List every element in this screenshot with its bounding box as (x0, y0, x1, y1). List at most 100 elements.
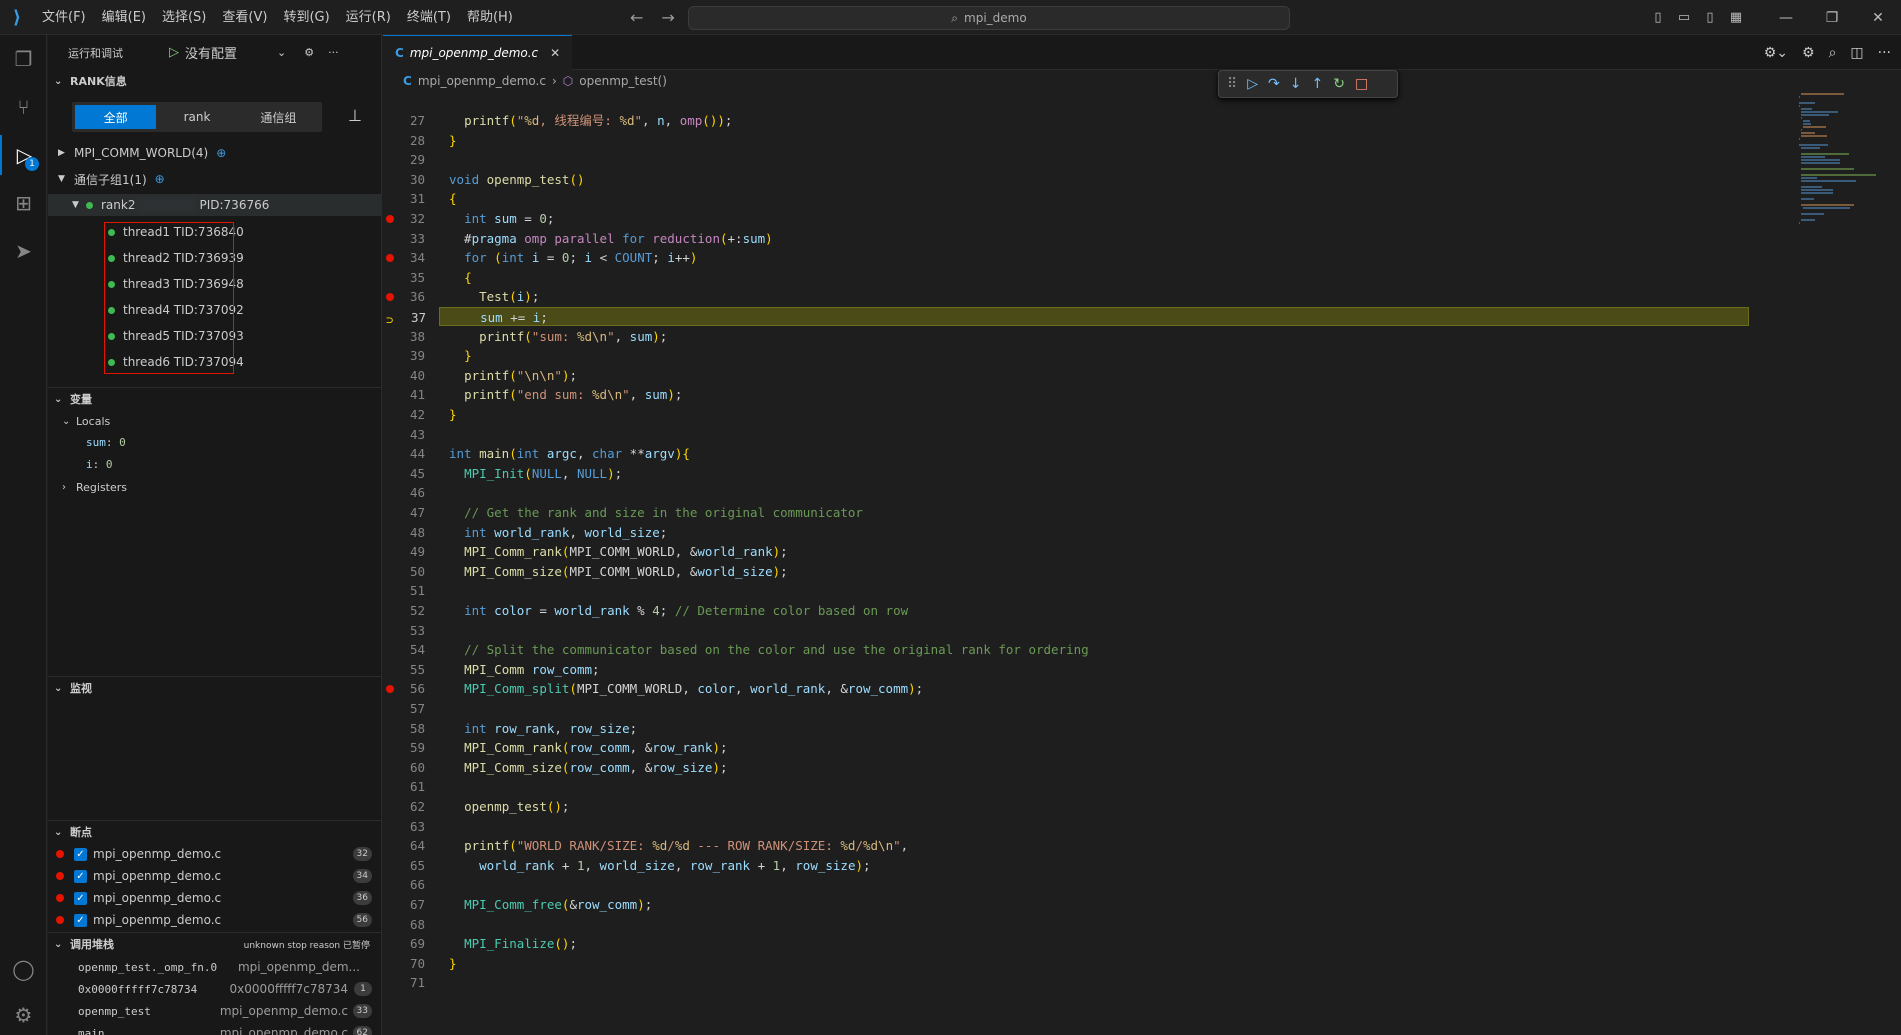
breakpoint-dot-icon[interactable] (386, 215, 394, 223)
step-out-icon[interactable]: ↑ (1312, 76, 1324, 92)
account-icon[interactable]: ◯ (0, 949, 47, 989)
breakpoint-checkbox[interactable]: ✓ (74, 891, 87, 905)
explorer-icon[interactable]: ❐ (0, 39, 47, 79)
rank-section-header[interactable]: ⌄ RANK信息 (48, 70, 381, 92)
menu-terminal[interactable]: 终端(T) (399, 0, 459, 35)
search-icon[interactable]: ⌕ (1829, 45, 1837, 61)
code-line[interactable]: 54 // Split the communicator based on th… (383, 640, 1803, 659)
locals-scope[interactable]: ⌄ Locals (48, 410, 381, 432)
segment-comm-group[interactable]: 通信组 (238, 105, 319, 129)
variables-section-header[interactable]: ⌄ 变量 (48, 388, 381, 410)
breadcrumb-file[interactable]: mpi_openmp_demo.c (418, 74, 546, 88)
registers-scope[interactable]: › Registers (48, 476, 381, 498)
breadcrumb-symbol[interactable]: openmp_test() (579, 74, 667, 88)
code-line[interactable]: 65 world_rank + 1, world_size, row_rank … (383, 856, 1803, 875)
settings-gear-icon[interactable]: ⚙ (1802, 45, 1815, 61)
settings-gear-icon[interactable]: ⚙ (304, 46, 314, 59)
back-arrow-icon[interactable]: ← (630, 8, 643, 27)
breakpoints-section-header[interactable]: ⌄ 断点 (48, 821, 381, 843)
code-line[interactable]: 45 MPI_Init(NULL, NULL); (383, 464, 1803, 483)
code-line[interactable]: 55 MPI_Comm row_comm; (383, 660, 1803, 679)
variable-row[interactable]: sum : 0 (48, 432, 381, 452)
segment-rank[interactable]: rank (156, 105, 237, 129)
menu-view[interactable]: 查看(V) (214, 0, 275, 35)
continue-icon[interactable]: ▷ (1247, 76, 1258, 92)
code-line[interactable]: 36 Test(i); (383, 287, 1803, 306)
code-line[interactable]: 28} (383, 131, 1803, 150)
code-line[interactable]: 63 (383, 817, 1803, 836)
tree-world-comm[interactable]: ▶ MPI_COMM_WORLD(4) ⊕ (48, 142, 381, 164)
breakpoint-checkbox[interactable]: ✓ (74, 869, 87, 883)
more-actions-icon[interactable]: ··· (328, 46, 339, 59)
extensions-icon[interactable]: ⊞ (0, 183, 47, 223)
callstack-frame[interactable]: 0x0000fffff7c78734 0x0000fffff7c78734 1 (48, 978, 381, 1000)
stop-icon[interactable]: □ (1355, 76, 1368, 92)
code-line[interactable]: 40 printf("\n\n"); (383, 366, 1803, 385)
breakpoint-item[interactable]: ✓ mpi_openmp_demo.c 36 (48, 887, 381, 909)
code-line[interactable]: 35 { (383, 268, 1803, 287)
tree-subgroup[interactable]: ▼ 通信子组1(1) ⊕ (48, 168, 381, 190)
code-line[interactable]: 46 (383, 483, 1803, 502)
callstack-section-header[interactable]: ⌄ 调用堆栈 unknown stop reason 已暂停 (48, 933, 381, 955)
code-line[interactable]: 50 MPI_Comm_size(MPI_COMM_WORLD, &world_… (383, 562, 1803, 581)
code-view[interactable]: 27 printf("%d, 线程编号: %d", n, omp()); 28} 2… (383, 113, 1803, 1035)
code-line[interactable]: 32 int sum = 0; (383, 209, 1803, 228)
code-line[interactable]: 57 (383, 699, 1803, 718)
code-line[interactable]: 38 printf("sum: %d\n", sum); (383, 327, 1803, 346)
code-line[interactable]: 44 int main(int argc, char **argv){ (383, 444, 1803, 463)
source-control-icon[interactable]: ⑂ (0, 87, 47, 127)
breakpoint-checkbox[interactable]: ✓ (74, 847, 87, 861)
run-debug-icon[interactable]: ▷ 1 (0, 135, 47, 175)
code-line[interactable]: 58 int row_rank, row_size; (383, 719, 1803, 738)
callstack-frame[interactable]: openmp_test._omp_fn.0 mpi_openmp_dem... (48, 956, 381, 978)
code-line[interactable]: 27 printf("%d, 线程编号: %d", n, omp()); (383, 111, 1803, 130)
restart-icon[interactable]: ↻ (1333, 76, 1345, 92)
code-line[interactable]: 37 ⊃ sum += i; (386, 307, 1749, 327)
debug-config-select[interactable]: 没有配置 (185, 43, 237, 62)
tree-rank-row[interactable]: ▼ rank2 PID:736766 (48, 194, 381, 216)
locate-icon[interactable]: ⊕ (155, 172, 165, 186)
code-line[interactable]: 53 (383, 621, 1803, 640)
code-line[interactable]: 39 } (383, 346, 1803, 365)
step-into-icon[interactable]: ↓ (1290, 76, 1302, 92)
more-actions-icon[interactable]: ··· (1878, 45, 1891, 61)
watch-section-header[interactable]: ⌄ 监视 (48, 677, 381, 699)
code-line[interactable]: 70} (383, 954, 1803, 973)
send-icon[interactable]: ➤ (0, 231, 47, 271)
toggle-secondary-sidebar-icon[interactable]: ▯ (1697, 10, 1723, 25)
locate-icon[interactable]: ⊕ (216, 146, 226, 160)
close-tab-icon[interactable]: ✕ (550, 46, 560, 60)
toggle-panel-icon[interactable]: ▭ (1671, 10, 1697, 25)
code-line[interactable]: 41 printf("end sum: %d\n", sum); (383, 385, 1803, 404)
menu-run[interactable]: 运行(R) (338, 0, 399, 35)
code-line[interactable]: 48 int world_rank, world_size; (383, 523, 1803, 542)
hierarchy-icon[interactable]: ⊥ (348, 106, 362, 125)
step-over-icon[interactable]: ↷ (1268, 76, 1280, 92)
menu-go[interactable]: 转到(G) (275, 0, 337, 35)
code-line[interactable]: 71 (383, 973, 1803, 992)
breakpoint-checkbox[interactable]: ✓ (74, 913, 87, 927)
code-line[interactable]: 29 (383, 150, 1803, 169)
drag-handle-icon[interactable]: ⠿ (1227, 76, 1237, 92)
code-line[interactable]: 43 (383, 425, 1803, 444)
code-line[interactable]: 62 openmp_test(); (383, 797, 1803, 816)
code-line[interactable]: 66 (383, 875, 1803, 894)
manage-gear-icon[interactable]: ⚙ (0, 995, 47, 1035)
code-line[interactable]: 47 // Get the rank and size in the origi… (383, 503, 1803, 522)
start-debug-icon[interactable]: ▷ (169, 45, 179, 60)
breakpoint-item[interactable]: ✓ mpi_openmp_demo.c 34 (48, 865, 381, 887)
segment-all[interactable]: 全部 (75, 105, 157, 129)
breakpoint-item[interactable]: ✓ mpi_openmp_demo.c 32 (48, 843, 381, 865)
code-line[interactable]: 33 #pragma omp parallel for reduction(+:… (383, 229, 1803, 248)
close-window-icon[interactable]: ✕ (1855, 10, 1901, 26)
minimap[interactable] (1799, 93, 1889, 243)
restore-icon[interactable]: ❐ (1809, 10, 1855, 26)
code-line[interactable]: 67 MPI_Comm_free(&row_comm); (383, 895, 1803, 914)
variable-row[interactable]: i : 0 (48, 454, 381, 474)
split-editor-icon[interactable]: ◫ (1850, 45, 1863, 61)
callstack-frame[interactable]: main mpi_openmp_demo.c 62 (48, 1022, 381, 1035)
code-line[interactable]: 64 printf("WORLD RANK/SIZE: %d/%d --- RO… (383, 836, 1803, 855)
tab-mpi-openmp-demo[interactable]: C mpi_openmp_demo.c ✕ (383, 35, 573, 70)
code-line[interactable]: 49 MPI_Comm_rank(MPI_COMM_WORLD, &world_… (383, 542, 1803, 561)
run-debug-dropdown-icon[interactable]: ⚙⌄ (1764, 45, 1788, 61)
